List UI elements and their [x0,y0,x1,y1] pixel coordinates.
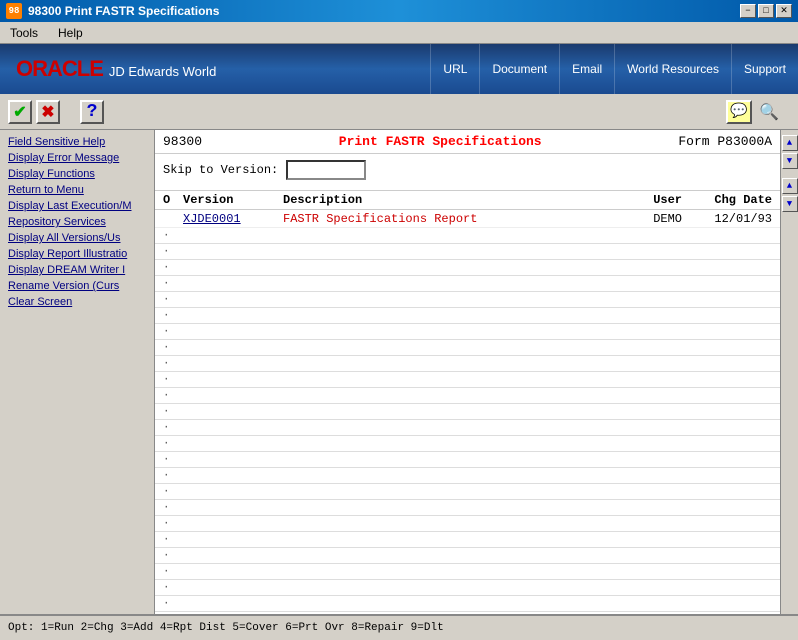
maximize-button[interactable]: □ [758,4,774,18]
toolbar: ✔ ✖ ? 💬 🔍 [0,94,798,130]
empty-row: · [155,308,780,324]
header-nav: URL Document Email World Resources Suppo… [430,44,798,94]
menu-tools[interactable]: Tools [4,24,44,42]
form-id: Form P83000A [678,134,772,149]
empty-row: · [155,404,780,420]
menu-bar: Tools Help [0,22,798,44]
status-bar: Opt: 1=Run 2=Chg 3=Add 4=Rpt Dist 5=Cove… [0,614,798,640]
empty-row: · [155,244,780,260]
sidebar-item-display-functions[interactable]: Display Functions [0,166,154,182]
sidebar: Field Sensitive Help Display Error Messa… [0,130,155,614]
col-header-user: User [602,193,682,207]
question-icon: ? [87,102,98,122]
title-bar: 98 98300 Print FASTR Specifications − □ … [0,0,798,22]
toolbar-right-icons: 💬 🔍 [726,100,782,124]
cancel-button[interactable]: ✖ [36,100,60,124]
table-body: XJDE0001 FASTR Specifications Report DEM… [155,210,780,614]
empty-row: · [155,580,780,596]
empty-row: · [155,452,780,468]
message-button[interactable]: 💬 [726,100,752,124]
scroll-up-button[interactable]: ▲ [782,135,798,151]
search-button[interactable]: 🔍 [756,100,782,124]
nav-email[interactable]: Email [559,44,614,94]
empty-row: · [155,468,780,484]
scroll-down-button[interactable]: ▼ [782,153,798,169]
scroll-buttons: ▲ ▼ ▲ ▼ [779,132,798,215]
sidebar-item-field-sensitive-help[interactable]: Field Sensitive Help [0,134,154,150]
nav-url[interactable]: URL [430,44,479,94]
message-icon: 💬 [730,103,747,120]
empty-row: · [155,516,780,532]
empty-row: · [155,564,780,580]
sidebar-item-return-to-menu[interactable]: Return to Menu [0,182,154,198]
table-row[interactable]: XJDE0001 FASTR Specifications Report DEM… [155,210,780,228]
empty-row: · [155,340,780,356]
status-text: Opt: 1=Run 2=Chg 3=Add 4=Rpt Dist 5=Cove… [8,622,444,634]
form-title: Print FASTR Specifications [222,134,658,149]
search-icon: 🔍 [759,102,779,122]
empty-row: · [155,388,780,404]
col-header-o: O [163,193,183,207]
sidebar-item-rename-version[interactable]: Rename Version (Curs [0,278,154,294]
empty-row: · [155,420,780,436]
sidebar-item-repository-services[interactable]: Repository Services [0,214,154,230]
help-button[interactable]: ? [80,100,104,124]
empty-row: · [155,276,780,292]
content-area: 98300 Print FASTR Specifications Form P8… [155,130,780,614]
col-header-chg-date: Chg Date [682,193,772,207]
nav-world-resources[interactable]: World Resources [614,44,731,94]
form-header: 98300 Print FASTR Specifications Form P8… [155,130,780,154]
table-header: O Version Description User Chg Date [155,191,780,210]
empty-row: · [155,228,780,244]
menu-help[interactable]: Help [52,24,89,42]
title-bar-text: 98300 Print FASTR Specifications [28,4,734,18]
title-bar-buttons: − □ ✕ [740,4,792,18]
col-header-description: Description [283,193,602,207]
scroll-up2-button[interactable]: ▲ [782,178,798,194]
empty-row: · [155,260,780,276]
main-area: Field Sensitive Help Display Error Messa… [0,130,798,614]
form-number: 98300 [163,134,202,149]
empty-row: · [155,500,780,516]
x-icon: ✖ [41,102,54,122]
empty-row: · [155,612,780,614]
oracle-logo: ORACLE JD Edwards World [16,56,216,82]
nav-document[interactable]: Document [479,44,559,94]
sidebar-item-display-all-versions[interactable]: Display All Versions/Us [0,230,154,246]
right-scrollbar: ▲ ▼ ▲ ▼ [780,130,798,614]
app-icon: 98 [6,3,22,19]
row-chg-date: 12/01/93 [682,212,772,226]
sidebar-item-display-report-illustration[interactable]: Display Report Illustratio [0,246,154,262]
minimize-button[interactable]: − [740,4,756,18]
empty-row: · [155,436,780,452]
sidebar-item-clear-screen[interactable]: Clear Screen [0,294,154,310]
empty-row: · [155,292,780,308]
row-user: DEMO [602,212,682,226]
jde-text: JD Edwards World [109,64,216,79]
oracle-header: ORACLE JD Edwards World URL Document Ema… [0,44,798,94]
check-button[interactable]: ✔ [8,100,32,124]
empty-row: · [155,324,780,340]
sidebar-item-display-last-execution[interactable]: Display Last Execution/M [0,198,154,214]
skip-to-version-row: Skip to Version: [163,160,772,180]
empty-row: · [155,532,780,548]
empty-row: · [155,372,780,388]
empty-row: · [155,596,780,612]
sidebar-item-display-dream-writer[interactable]: Display DREAM Writer I [0,262,154,278]
col-header-version: Version [183,193,283,207]
oracle-text: ORACLE [16,56,103,82]
skip-to-version-label: Skip to Version: [163,163,278,177]
nav-support[interactable]: Support [731,44,798,94]
empty-row: · [155,484,780,500]
row-version: XJDE0001 [183,212,283,226]
check-icon: ✔ [13,102,26,122]
sidebar-item-display-error-message[interactable]: Display Error Message [0,150,154,166]
empty-row: · [155,548,780,564]
form-fields: Skip to Version: [155,154,780,191]
scroll-down2-button[interactable]: ▼ [782,196,798,212]
skip-to-version-input[interactable] [286,160,366,180]
empty-row: · [155,356,780,372]
close-button[interactable]: ✕ [776,4,792,18]
row-description: FASTR Specifications Report [283,212,602,226]
